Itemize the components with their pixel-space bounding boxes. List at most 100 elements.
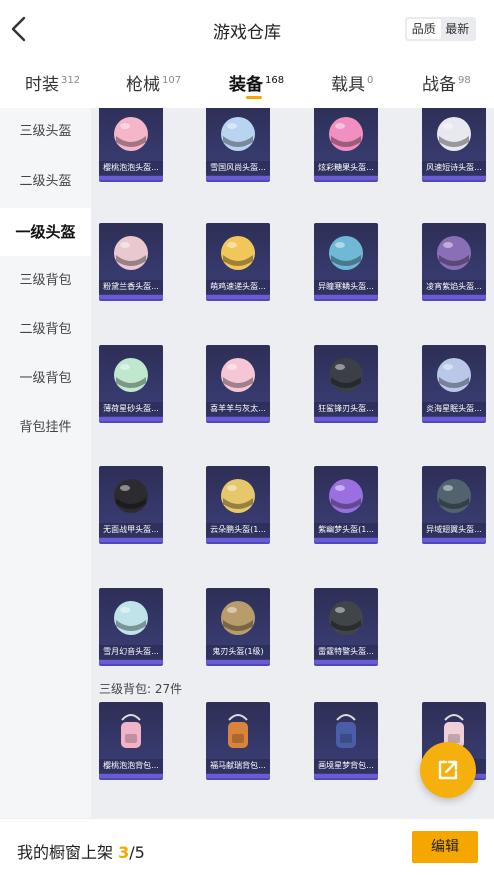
rarity-stripe — [422, 176, 486, 180]
rarity-stripe — [99, 774, 163, 778]
item-name: 画境星梦背包... — [314, 759, 378, 773]
item-name: 喜羊羊与灰太... — [206, 402, 270, 416]
helmet-icon — [327, 114, 365, 154]
tab-supplies[interactable]: 战备 98 — [422, 70, 471, 95]
header: 游戏仓库 品质 最新 — [0, 0, 494, 58]
helmet-card[interactable]: 喜羊羊与灰太... — [206, 345, 270, 421]
item-name: 狂鲨锋刃头盔... — [314, 402, 378, 416]
sort-quality-button[interactable]: 品质 — [407, 19, 441, 39]
helmet-card[interactable]: 萌鸡速递头盔... — [206, 223, 270, 299]
helmet-card[interactable]: 粉黛兰香头盔... — [99, 223, 163, 299]
sidebar-item-helmet-lv3[interactable]: 三级头盔 — [0, 108, 91, 156]
helmet-card[interactable]: 雪国风尚头盔... — [206, 108, 270, 180]
tab-equipment[interactable]: 装备 168 — [229, 70, 284, 95]
helmet-card[interactable]: 凌宵紫焰头盔... — [422, 223, 486, 299]
helmet-card[interactable]: 云朵鹏头盔(1... — [206, 466, 270, 542]
rarity-stripe — [99, 660, 163, 664]
helmet-card[interactable]: 雷霆特警头盔... — [314, 588, 378, 664]
tab-fashion[interactable]: 时装 312 — [25, 70, 80, 95]
helmet-icon — [219, 598, 257, 638]
rarity-stripe — [314, 538, 378, 542]
item-name: 炎海星眠头盔... — [422, 402, 486, 416]
sidebar-item-helmet-lv1[interactable]: 一级头盔 — [0, 208, 91, 256]
rarity-stripe — [314, 660, 378, 664]
helmet-icon — [435, 355, 473, 395]
helmet-icon — [435, 476, 473, 516]
helmet-card[interactable]: 雪月幻音头盔... — [99, 588, 163, 664]
item-name: 炫彩糖果头盔... — [314, 161, 378, 175]
rarity-stripe — [206, 774, 270, 778]
rarity-stripe — [422, 538, 486, 542]
sidebar-item-backpack-pendant[interactable]: 背包挂件 — [0, 404, 91, 452]
rarity-stripe — [99, 176, 163, 180]
rarity-stripe — [314, 774, 378, 778]
backpack-card[interactable]: 福马献瑞背包... — [206, 702, 270, 778]
helmet-card[interactable]: 异域翅翼头盔... — [422, 466, 486, 542]
sidebar: 三级头盔 二级头盔 一级头盔 三级背包 二级背包 一级背包 背包挂件 — [0, 108, 91, 818]
item-name: 粉黛兰香头盔... — [99, 280, 163, 294]
rarity-stripe — [99, 417, 163, 421]
rarity-stripe — [99, 538, 163, 542]
share-button[interactable] — [420, 742, 476, 798]
sort-latest-button[interactable]: 最新 — [441, 19, 475, 39]
item-name: 雪国风尚头盔... — [206, 161, 270, 175]
helmet-card[interactable]: 无面战甲头盔... — [99, 466, 163, 542]
helmet-icon — [327, 476, 365, 516]
sort-toggle: 品质 最新 — [405, 17, 476, 41]
helmet-card[interactable]: 炫彩糖果头盔... — [314, 108, 378, 180]
helmet-icon — [112, 598, 150, 638]
rarity-stripe — [422, 417, 486, 421]
item-grid: 三级背包: 27件 樱桃泡泡头盔... 雪国风尚头盔... 炫彩糖果头盔... 风速短… — [91, 108, 494, 818]
rarity-stripe — [206, 295, 270, 299]
rarity-stripe — [206, 660, 270, 664]
tab-guns[interactable]: 枪械 107 — [126, 70, 181, 95]
shelf-status: 我的橱窗上架 3/5 — [17, 843, 145, 862]
item-name: 异瞳寒鳞头盔... — [314, 280, 378, 294]
helmet-icon — [327, 233, 365, 273]
sidebar-item-backpack-lv1[interactable]: 一级背包 — [0, 355, 91, 403]
helmet-card[interactable]: 紫幽梦头盔(1... — [314, 466, 378, 542]
helmet-icon — [435, 233, 473, 273]
item-name: 雪月幻音头盔... — [99, 645, 163, 659]
backpack-icon — [112, 712, 150, 752]
sidebar-item-backpack-lv2[interactable]: 二级背包 — [0, 306, 91, 354]
sidebar-item-helmet-lv2[interactable]: 二级头盔 — [0, 158, 91, 206]
helmet-card[interactable]: 樱桃泡泡头盔... — [99, 108, 163, 180]
helmet-card[interactable]: 鬼刃头盔(1级) — [206, 588, 270, 664]
edit-button[interactable]: 编辑 — [412, 831, 478, 863]
section-label: 三级背包: 27件 — [99, 682, 183, 696]
helmet-card[interactable]: 狂鲨锋刃头盔... — [314, 345, 378, 421]
helmet-card[interactable]: 异瞳寒鳞头盔... — [314, 223, 378, 299]
tab-vehicles[interactable]: 载具 0 — [331, 70, 373, 95]
item-name: 樱桃泡泡背包... — [99, 759, 163, 773]
item-name: 紫幽梦头盔(1... — [314, 523, 378, 537]
item-name: 风速短诗头盔... — [422, 161, 486, 175]
helmet-card[interactable]: 薄荷星砂头盔... — [99, 345, 163, 421]
helmet-icon — [219, 114, 257, 154]
rarity-stripe — [206, 417, 270, 421]
item-name: 异域翅翼头盔... — [422, 523, 486, 537]
category-tabs: 时装 312 枪械 107 装备 168 载具 0 战备 98 — [0, 58, 494, 108]
helmet-icon — [327, 355, 365, 395]
backpack-card[interactable]: 樱桃泡泡背包... — [99, 702, 163, 778]
item-name: 凌宵紫焰头盔... — [422, 280, 486, 294]
rarity-stripe — [422, 295, 486, 299]
rarity-stripe — [99, 295, 163, 299]
rarity-stripe — [314, 295, 378, 299]
helmet-card[interactable]: 风速短诗头盔... — [422, 108, 486, 180]
helmet-icon — [327, 598, 365, 638]
item-name: 鬼刃头盔(1级) — [206, 645, 270, 659]
helmet-icon — [112, 233, 150, 273]
backpack-icon — [219, 712, 257, 752]
item-name: 云朵鹏头盔(1... — [206, 523, 270, 537]
bottom-bar: 我的橱窗上架 3/5 编辑 — [0, 818, 494, 875]
rarity-stripe — [206, 176, 270, 180]
item-name: 薄荷星砂头盔... — [99, 402, 163, 416]
helmet-card[interactable]: 炎海星眠头盔... — [422, 345, 486, 421]
item-name: 福马献瑞背包... — [206, 759, 270, 773]
helmet-icon — [219, 476, 257, 516]
backpack-card[interactable]: 画境星梦背包... — [314, 702, 378, 778]
helmet-icon — [112, 476, 150, 516]
item-name: 樱桃泡泡头盔... — [99, 161, 163, 175]
sidebar-item-backpack-lv3[interactable]: 三级背包 — [0, 257, 91, 305]
